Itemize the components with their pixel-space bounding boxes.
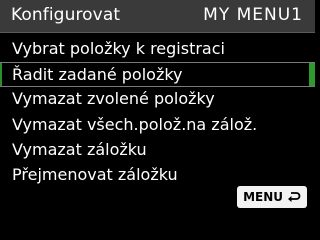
menu-item-delete-all-on-tab[interactable]: Vymazat všech.polož.na zálož. [0,113,315,138]
menu-item-label: Vymazat zvolené položky [12,89,215,109]
menu-screen: Konfigurovat MY MENU1 Vybrat položky k r… [0,0,315,214]
menu-item-label: Přejmenovat záložku [12,164,178,184]
menu-item-label: Vymazat všech.polož.na zálož. [12,114,258,134]
menu-item-delete-tab[interactable]: Vymazat záložku [0,138,315,163]
menu-item-sort[interactable]: Řadit zadané položky [0,62,315,88]
menu-item-label: Vymazat záložku [12,139,147,159]
menu-item-label: Vybrat položky k registraci [12,39,225,58]
menu-title: Konfigurovat [11,5,121,25]
menu-header: Konfigurovat MY MENU1 [0,0,315,33]
menu-item-rename-tab[interactable]: Přejmenovat záložku [0,163,315,188]
return-icon [287,191,301,203]
menu-item-register[interactable]: Vybrat položky k registraci [0,37,315,62]
menu-list: Vybrat položky k registraci Řadit zadané… [0,37,315,188]
menu-button-label: MENU [243,190,283,204]
menu-item-label: Řadit zadané položky [12,65,183,85]
tab-label: MY MENU1 [203,5,303,25]
menu-item-delete-selected[interactable]: Vymazat zvolené položky [0,87,315,112]
menu-back-button[interactable]: MENU [237,186,307,208]
